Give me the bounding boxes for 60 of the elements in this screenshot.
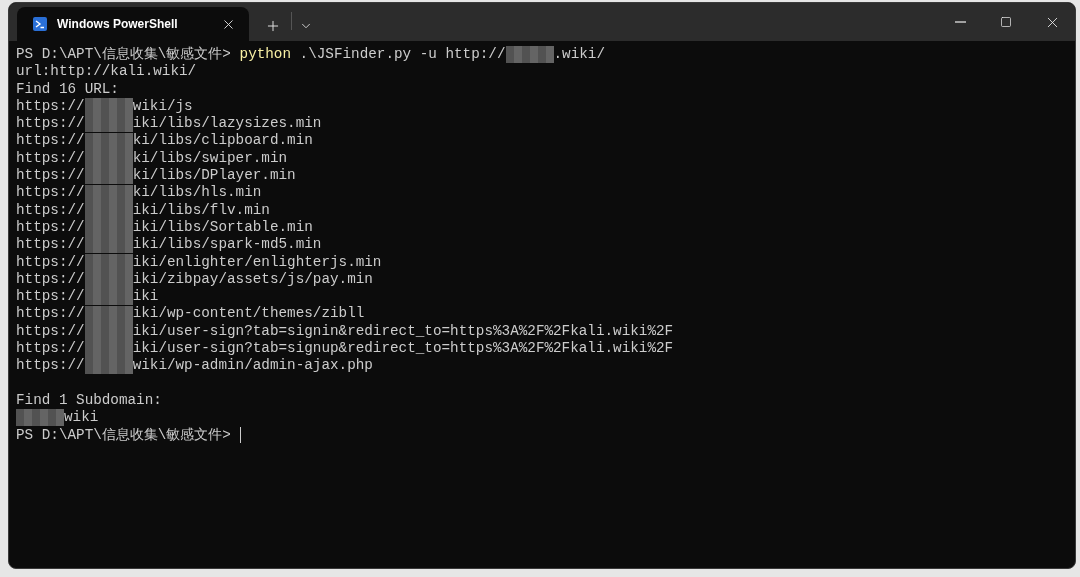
- terminal-text: ki/libs/DPlayer.min: [132, 167, 296, 185]
- terminal-text: ki/libs/hls.min: [132, 184, 262, 202]
- command-text: python: [239, 46, 292, 64]
- terminal-text: https://: [16, 132, 85, 150]
- redacted-blur: [84, 184, 133, 202]
- terminal-text: PS D:\APT\信息收集\敏感文件>: [16, 46, 232, 64]
- redacted-blur: [84, 167, 133, 185]
- terminal-text: Find 16 URL:: [16, 80, 119, 98]
- terminal-text: https://: [16, 149, 85, 168]
- minimize-icon: [954, 21, 966, 23]
- terminal-text: iki/libs/lazysizes.min: [132, 115, 322, 133]
- powershell-icon: [33, 17, 47, 31]
- terminal-text: https://: [16, 357, 85, 375]
- redacted-blur: [16, 409, 64, 427]
- terminal-text: https://: [16, 305, 85, 323]
- terminal-text: .wiki/: [553, 46, 605, 64]
- terminal-text: Find 1 Subdomain:: [16, 391, 162, 410]
- text-cursor: [239, 427, 241, 444]
- terminal-text: wiki/wp-admin/admin-ajax.php: [132, 357, 373, 375]
- terminal-text: https://: [16, 340, 85, 358]
- terminal-text: wiki/js: [132, 97, 193, 116]
- redacted-blur: [84, 253, 133, 271]
- terminal-text: https://: [16, 115, 85, 133]
- terminal-text: iki/wp-content/themes/zibll: [132, 305, 365, 323]
- terminal-text: iki: [132, 288, 159, 306]
- terminal-text: iki/enlighter/enlighterjs.min: [132, 253, 382, 271]
- terminal-text: iki/libs/spark-md5.min: [132, 236, 322, 254]
- redacted-blur: [84, 357, 133, 375]
- terminal-text: url:http://kali.wiki/: [16, 63, 197, 81]
- terminal-text: ki/libs/swiper.min: [132, 149, 288, 168]
- redacted-blur: [84, 236, 133, 254]
- maximize-icon: [1000, 16, 1012, 28]
- terminal-text: iki/libs/flv.min: [132, 201, 270, 219]
- terminal-text: https://: [16, 218, 85, 237]
- terminal-text: https://: [16, 270, 85, 289]
- terminal-text: .\JSFinder.py -u http://: [298, 46, 506, 64]
- terminal-text: https://: [16, 288, 85, 306]
- terminal-text: iki/zibpay/assets/js/pay.min: [132, 270, 373, 289]
- terminal-text: iki/libs/Sortable.min: [132, 218, 313, 237]
- redacted-blur: [84, 115, 133, 133]
- redacted-blur: [84, 305, 133, 323]
- plus-icon: [265, 18, 281, 34]
- terminal-text: iki/user-sign?tab=signup&redirect_to=https%3A%2F%2Fkali.wiki%2F: [132, 340, 674, 358]
- terminal-text: PS D:\APT\信息收集\敏感文件>: [16, 426, 232, 444]
- redacted-blur: [84, 132, 133, 150]
- redacted-blur: [84, 288, 133, 306]
- tab-title: Windows PowerShell: [57, 17, 179, 31]
- terminal-text: https://: [16, 201, 85, 219]
- terminal-text: wiki: [64, 409, 99, 427]
- terminal-tab[interactable]: Windows PowerShell: [17, 7, 249, 41]
- redacted-blur: [505, 46, 554, 64]
- terminal-text: https://: [16, 167, 85, 185]
- terminal-text: https://: [16, 253, 85, 271]
- redacted-blur: [84, 98, 133, 116]
- terminal-text: https://: [16, 184, 85, 202]
- terminal-text: ki/libs/clipboard.min: [132, 132, 313, 150]
- terminal-text: https://: [16, 97, 85, 116]
- terminal-text: https://: [16, 236, 85, 254]
- terminal-text: iki/user-sign?tab=signin&redirect_to=https%3A%2F%2Fkali.wiki%2F: [132, 322, 674, 341]
- terminal-text: https://: [16, 322, 85, 341]
